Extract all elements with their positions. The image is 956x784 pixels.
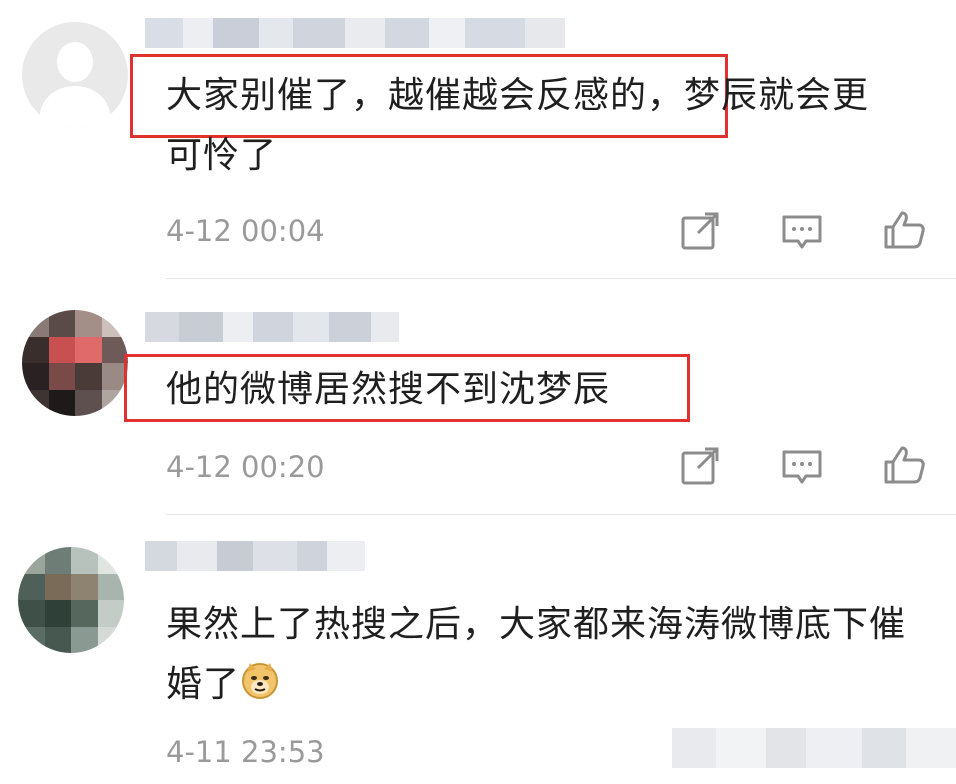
username-blurred[interactable] [145,541,365,571]
comment-text: 大家别催了，越催越会反感的，梦辰就会更可怜了 [166,66,906,186]
comment-timestamp: 4-12 00:20 [166,450,325,484]
avatar[interactable] [22,22,128,128]
like-icon[interactable] [882,207,926,251]
action-bar-blurred [672,728,956,768]
comment-timestamp: 4-12 00:04 [166,214,325,248]
share-icon[interactable] [678,444,722,488]
comment-timestamp: 4-11 23:53 [166,735,325,769]
comment-icon[interactable] [780,209,824,253]
avatar[interactable] [18,547,124,653]
comment-item-1: 大家别催了，越催越会反感的，梦辰就会更可怜了 4-12 00:04 [0,0,956,280]
divider [166,278,956,279]
doge-emoji [240,659,280,699]
comment-item-2: 他的微博居然搜不到沈梦辰 4-12 00:20 [0,280,956,515]
comment-text-highlighted: 他的微博居然搜不到沈梦辰 [166,369,611,410]
comment-text: 果然上了热搜之后，大家都来海涛微博底下催婚了 [166,595,906,715]
avatar[interactable] [22,310,128,416]
share-icon[interactable] [678,209,722,253]
like-icon[interactable] [882,442,926,486]
comment-icon[interactable] [780,444,824,488]
comment-text: 他的微博居然搜不到沈梦辰 [166,360,906,420]
username-blurred[interactable] [145,18,565,48]
username-blurred[interactable] [145,312,399,342]
comment-text-highlighted: 大家别催了，越催越会反感的， [166,75,685,116]
